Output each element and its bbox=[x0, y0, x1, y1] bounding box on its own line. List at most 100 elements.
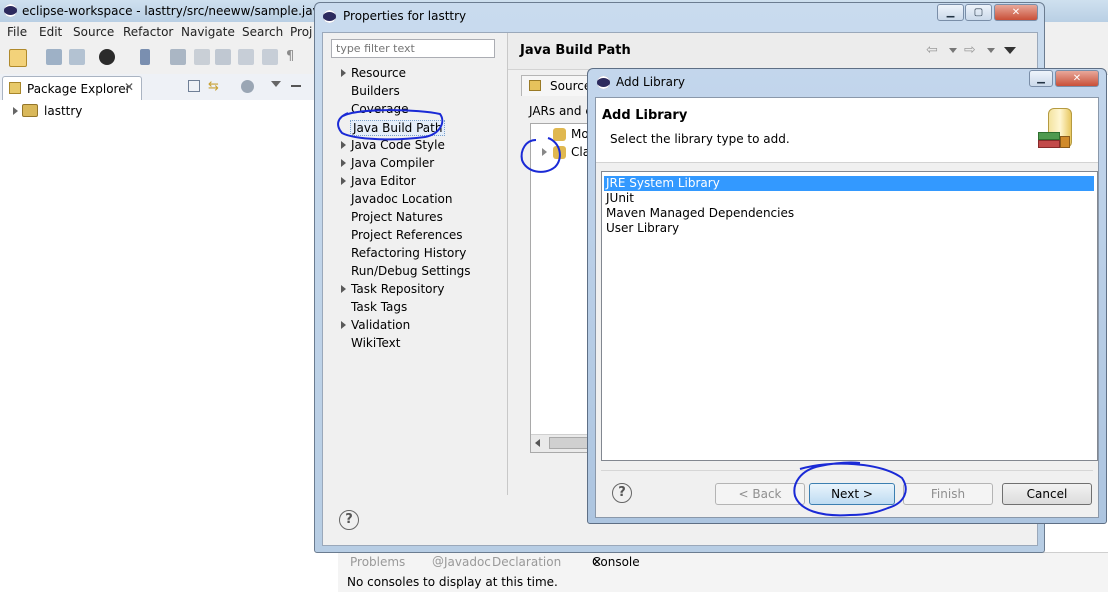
tab-source-label: Source bbox=[550, 79, 592, 93]
source-folder-icon bbox=[529, 80, 541, 91]
expand-arrow-icon[interactable] bbox=[341, 69, 346, 77]
wizard-heading: Add Library bbox=[602, 108, 688, 123]
list-item-junit[interactable]: JUnit bbox=[604, 191, 1094, 206]
list-item-maven-managed-dependencies[interactable]: Maven Managed Dependencies bbox=[604, 206, 1094, 221]
nav-item-task-tags[interactable]: Task Tags bbox=[351, 300, 407, 314]
dialog-title: Properties for lasttry bbox=[343, 9, 467, 23]
nav-item-java-editor[interactable]: Java Editor bbox=[341, 174, 416, 188]
next-button[interactable]: Next > bbox=[809, 483, 895, 505]
nav-item-resource[interactable]: Resource bbox=[341, 66, 406, 80]
nav-item-wikitext[interactable]: WikiText bbox=[351, 336, 401, 350]
java-project-icon bbox=[22, 104, 38, 117]
view-menu-gear-icon[interactable] bbox=[241, 80, 254, 93]
cancel-button[interactable]: Cancel bbox=[1002, 483, 1092, 505]
close-icon[interactable]: ✕ bbox=[592, 555, 602, 569]
open-type-icon[interactable] bbox=[238, 49, 254, 65]
collapse-all-icon[interactable] bbox=[188, 80, 200, 92]
menu-source[interactable]: Source bbox=[73, 25, 114, 39]
expand-arrow-icon[interactable] bbox=[341, 321, 346, 329]
save-all-icon[interactable] bbox=[69, 49, 85, 65]
scroll-left-icon[interactable] bbox=[535, 439, 540, 447]
coverage-icon[interactable] bbox=[215, 49, 231, 65]
close-button[interactable]: ✕ bbox=[1055, 70, 1099, 87]
tab-javadoc[interactable]: @ Javadoc bbox=[432, 554, 491, 569]
maximize-button[interactable]: ▢ bbox=[965, 4, 992, 21]
eclipse-logo-icon bbox=[4, 4, 17, 17]
chevron-down-icon[interactable] bbox=[949, 48, 957, 53]
menu-refactor[interactable]: Refactor bbox=[123, 25, 173, 39]
package-explorer-icon bbox=[9, 82, 21, 94]
library-jar-icon bbox=[1036, 106, 1080, 154]
view-menu-icon[interactable] bbox=[1004, 47, 1016, 54]
list-item-jre-system-library[interactable]: JRE System Library bbox=[604, 176, 1094, 191]
expand-arrow-icon[interactable] bbox=[341, 159, 346, 167]
list-item-user-library[interactable]: User Library bbox=[604, 221, 1094, 236]
finish-button[interactable]: Finish bbox=[903, 483, 993, 505]
back-button[interactable]: < Back bbox=[715, 483, 805, 505]
filter-input[interactable] bbox=[331, 39, 495, 58]
eclipse-logo-icon bbox=[323, 10, 336, 23]
expand-arrow-icon[interactable] bbox=[341, 141, 346, 149]
nav-item-refactoring-history[interactable]: Refactoring History bbox=[351, 246, 466, 260]
nav-item-project-natures[interactable]: Project Natures bbox=[351, 210, 443, 224]
menu-search[interactable]: Search bbox=[242, 25, 283, 39]
profile-icon[interactable] bbox=[99, 49, 115, 65]
new-icon[interactable] bbox=[9, 49, 27, 67]
project-lasttry[interactable]: lasttry bbox=[44, 104, 82, 118]
nav-item-java-code-style[interactable]: Java Code Style bbox=[341, 138, 445, 152]
package-explorer-tab[interactable]: Package Explorer ✕ bbox=[2, 76, 142, 100]
forward-arrow-icon[interactable]: ⇨ bbox=[964, 42, 976, 58]
page-title: Java Build Path bbox=[520, 43, 631, 58]
console-message: No consoles to display at this time. bbox=[347, 575, 558, 589]
wizard-description: Select the library type to add. bbox=[610, 132, 790, 146]
close-icon[interactable]: ✕ bbox=[124, 80, 134, 94]
debug-icon[interactable] bbox=[170, 49, 186, 65]
wizard-header: Add Library Select the library type to a… bbox=[596, 98, 1098, 163]
minimize-button[interactable]: ▁ bbox=[937, 4, 964, 21]
package-explorer-tabbar: Package Explorer ✕ ⇆ bbox=[0, 74, 316, 101]
skip-breakpoints-icon[interactable] bbox=[140, 49, 150, 65]
package-explorer-label: Package Explorer bbox=[27, 82, 131, 96]
button-bar-divider bbox=[601, 470, 1093, 471]
link-editor-icon[interactable]: ⇆ bbox=[208, 79, 219, 94]
nav-item-validation[interactable]: Validation bbox=[341, 318, 410, 332]
expand-arrow-icon[interactable] bbox=[341, 177, 346, 185]
add-library-dialog: Add Library ▁ ✕ Add Library Select the l… bbox=[587, 68, 1107, 524]
console-panel: Problems @ Javadoc Declaration Console ✕… bbox=[338, 552, 1108, 592]
page-header: Java Build Path ⇦ ⇨ bbox=[508, 33, 1037, 70]
nav-divider bbox=[507, 33, 508, 495]
expand-arrow-icon[interactable] bbox=[13, 107, 18, 115]
add-library-body: Add Library Select the library type to a… bbox=[595, 97, 1099, 518]
back-arrow-icon[interactable]: ⇦ bbox=[926, 42, 938, 58]
nav-item-javadoc-location[interactable]: Javadoc Location bbox=[351, 192, 452, 206]
save-icon[interactable] bbox=[46, 49, 62, 65]
help-icon[interactable]: ? bbox=[339, 510, 359, 530]
run-icon[interactable] bbox=[194, 49, 210, 65]
help-icon[interactable]: ? bbox=[612, 483, 632, 503]
expand-arrow-icon[interactable] bbox=[341, 285, 346, 293]
nav-item-run-debug-settings[interactable]: Run/Debug Settings bbox=[351, 264, 471, 278]
minimize-button[interactable]: ▁ bbox=[1029, 70, 1053, 87]
nav-item-builders[interactable]: Builders bbox=[351, 84, 400, 98]
eclipse-logo-icon bbox=[597, 76, 610, 89]
nav-item-coverage[interactable]: Coverage bbox=[351, 102, 409, 116]
modulepath-icon bbox=[553, 128, 566, 141]
classpath-icon bbox=[553, 146, 566, 159]
menu-navigate[interactable]: Navigate bbox=[181, 25, 235, 39]
view-menu-icon[interactable] bbox=[271, 81, 281, 87]
nav-item-project-references[interactable]: Project References bbox=[351, 228, 463, 242]
close-button[interactable]: ✕ bbox=[994, 4, 1038, 21]
nav-item-task-repository[interactable]: Task Repository bbox=[341, 282, 445, 296]
package-explorer-tree: lasttry bbox=[0, 100, 316, 591]
expand-arrow-icon[interactable] bbox=[542, 148, 547, 156]
menu-edit[interactable]: Edit bbox=[39, 25, 62, 39]
nav-item-java-build-path[interactable]: Java Build Path bbox=[350, 120, 446, 136]
menu-project[interactable]: Proj bbox=[290, 25, 312, 39]
libraries-description: JARs and cl bbox=[529, 104, 596, 118]
minimize-icon[interactable] bbox=[291, 85, 301, 87]
menu-file[interactable]: File bbox=[7, 25, 27, 39]
nav-item-java-compiler[interactable]: Java Compiler bbox=[341, 156, 434, 170]
open-task-icon[interactable] bbox=[262, 49, 278, 65]
pilcrow-icon[interactable]: ¶ bbox=[286, 49, 302, 65]
chevron-down-icon[interactable] bbox=[987, 48, 995, 53]
